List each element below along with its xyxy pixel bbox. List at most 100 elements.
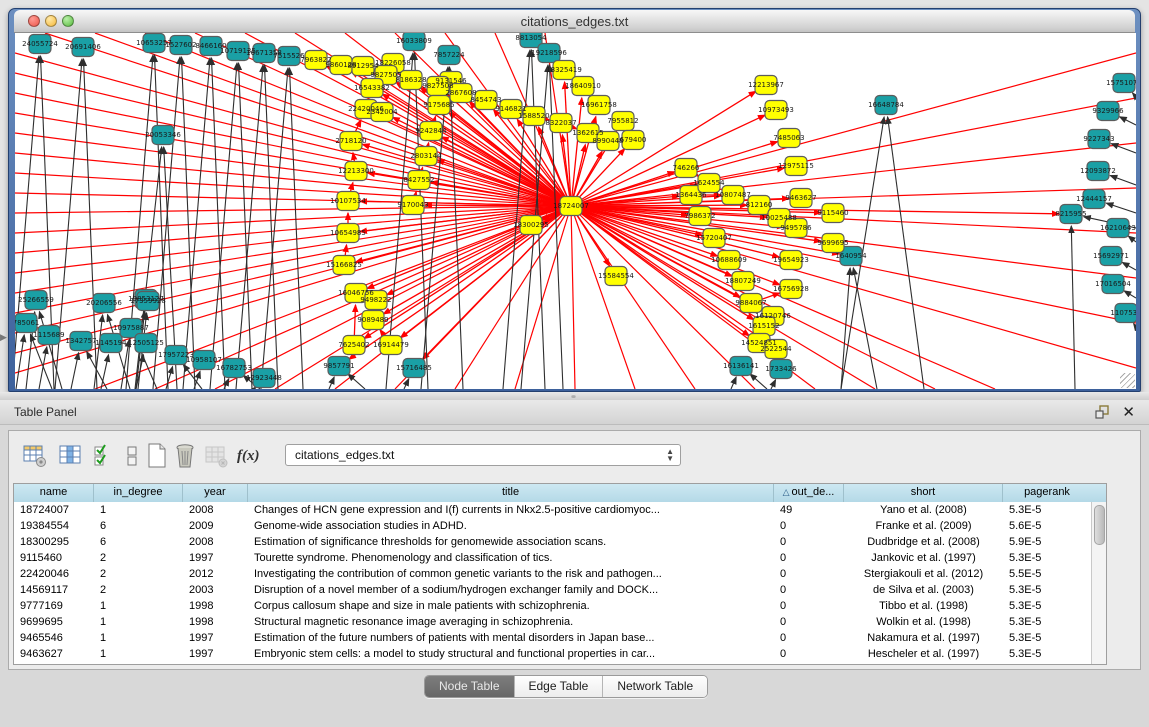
svg-text:15716485: 15716485 [396, 364, 432, 372]
svg-text:12213967: 12213967 [748, 81, 784, 89]
table-cell: 9465546 [14, 630, 94, 646]
tab-node-table[interactable]: Node Table [425, 676, 515, 697]
svg-text:18325419: 18325419 [546, 66, 582, 74]
svg-text:9329966: 9329966 [1092, 107, 1124, 115]
table-row[interactable]: 1830029562008Estimation of significance … [14, 534, 1091, 550]
column-header-in-degree[interactable]: in_degree [94, 484, 183, 502]
table-row[interactable]: 946554611997Estimation of the future num… [14, 630, 1091, 646]
svg-text:12213300: 12213300 [338, 167, 374, 175]
table-row[interactable]: 977716911998Corpus callosum shape and si… [14, 598, 1091, 614]
svg-text:785061: 785061 [15, 319, 39, 327]
svg-text:20691406: 20691406 [65, 43, 101, 51]
table-cell: 2 [94, 582, 183, 598]
network-graph-canvas[interactable]: 2405572420691406106532571527602846616010… [15, 33, 1136, 389]
svg-text:1362615: 1362615 [572, 129, 603, 137]
svg-text:16756928: 16756928 [773, 285, 809, 293]
table-header-row: name in_degree year title △out_de... sho… [14, 484, 1106, 503]
horizontal-splitter[interactable] [0, 392, 1149, 400]
table-cell: 2008 [183, 502, 248, 518]
svg-text:16136141: 16136141 [723, 362, 759, 370]
table-cell: 1998 [183, 614, 248, 630]
svg-text:10025488: 10025488 [761, 214, 797, 222]
float-panel-icon[interactable] [1095, 405, 1109, 419]
column-header-title[interactable]: title [248, 484, 774, 502]
table-row[interactable]: 946362711997Embryonic stem cells: a mode… [14, 646, 1091, 662]
svg-text:8454743: 8454743 [470, 96, 501, 104]
svg-text:2718120: 2718120 [335, 137, 366, 145]
table-cell: 1997 [183, 646, 248, 662]
svg-text:1342757: 1342757 [65, 337, 96, 345]
svg-text:8215955: 8215955 [1055, 210, 1086, 218]
table-cell: 1998 [183, 598, 248, 614]
column-header-year[interactable]: year [183, 484, 248, 502]
svg-text:16543382: 16543382 [354, 84, 390, 92]
table-row[interactable]: 969969511998Structural magnetic resonanc… [14, 614, 1091, 630]
combobox-stepper-icon[interactable]: ▲▼ [666, 448, 674, 462]
svg-text:16914479: 16914479 [373, 341, 409, 349]
table-row[interactable]: 1872400712008Changes of HCN gene express… [14, 502, 1091, 518]
row-height-button[interactable] [122, 443, 146, 469]
select-columns-button[interactable] [93, 443, 117, 469]
table-select-combobox[interactable]: citations_edges.txt ▲▼ [285, 444, 681, 466]
table-cell: 14569117 [14, 582, 94, 598]
sort-ascending-icon: △ [783, 487, 790, 497]
table-cell: 6 [94, 534, 183, 550]
svg-text:15720407: 15720407 [696, 234, 732, 242]
table-row[interactable]: 2242004622012Investigating the contribut… [14, 566, 1091, 582]
table-row[interactable]: 911546021997Tourette syndrome. Phenomeno… [14, 550, 1091, 566]
table-mode-button[interactable] [23, 443, 47, 469]
collapse-west-panel-icon[interactable]: ▶ [0, 332, 7, 343]
table-row[interactable]: 1456911722003Disruption of a novel membe… [14, 582, 1091, 598]
svg-text:19218596: 19218596 [531, 49, 567, 57]
table-toolbar: f(x) citations_edges.txt ▲▼ [9, 431, 1140, 483]
new-table-button[interactable] [146, 443, 170, 469]
table-cell: 5.3E-5 [1003, 582, 1091, 598]
table-cell: 0 [774, 598, 844, 614]
delete-column-button[interactable] [174, 443, 198, 469]
svg-text:17359928: 17359928 [130, 297, 166, 305]
column-header-out-degree[interactable]: △out_de... [774, 484, 844, 502]
table-cell: 9115460 [14, 550, 94, 566]
column-header-short[interactable]: short [844, 484, 1003, 502]
column-header-pagerank[interactable]: pagerank [1003, 484, 1091, 502]
function-builder-button[interactable]: f(x) [237, 443, 261, 469]
tab-network-table[interactable]: Network Table [603, 676, 707, 697]
table-cell: 9777169 [14, 598, 94, 614]
table-cell: Tibbo et al. (1998) [844, 598, 1003, 614]
svg-text:24055724: 24055724 [22, 40, 58, 48]
svg-text:10688609: 10688609 [711, 256, 747, 264]
table-cell: 1 [94, 598, 183, 614]
tab-edge-table[interactable]: Edge Table [515, 676, 604, 697]
splitter-handle[interactable] [571, 394, 576, 398]
table-cell: Embryonic stem cells: a model to study s… [248, 646, 774, 662]
table-cell: 5.3E-5 [1003, 502, 1091, 518]
svg-text:1115689: 1115689 [33, 331, 64, 339]
table-cell: 1997 [183, 630, 248, 646]
svg-text:7625402: 7625402 [338, 341, 369, 349]
table-cell: 22420046 [14, 566, 94, 582]
svg-text:1527602: 1527602 [165, 41, 196, 49]
table-vertical-scrollbar[interactable] [1091, 502, 1106, 664]
citation-network-graph[interactable]: 2405572420691406106532571527602846616010… [15, 33, 1136, 389]
show-column-button[interactable] [59, 443, 83, 469]
svg-text:20206556: 20206556 [86, 299, 122, 307]
table-cell: 2003 [183, 582, 248, 598]
svg-text:10807487: 10807487 [715, 191, 751, 199]
svg-text:15166825: 15166825 [326, 261, 362, 269]
svg-text:16961758: 16961758 [581, 101, 617, 109]
table-panel-title: Table Panel [14, 405, 77, 419]
resize-grip-icon[interactable] [1120, 373, 1135, 388]
delete-table-button[interactable] [205, 443, 229, 469]
table-cell: Tourette syndrome. Phenomenology and cla… [248, 550, 774, 566]
svg-text:16648784: 16648784 [868, 101, 904, 109]
table-cell: Yano et al. (2008) [844, 502, 1003, 518]
column-header-name[interactable]: name [14, 484, 94, 502]
close-panel-icon[interactable]: ✕ [1122, 403, 1135, 421]
svg-text:12093872: 12093872 [1080, 167, 1116, 175]
svg-text:12444157: 12444157 [1076, 195, 1112, 203]
table-cell: 5.3E-5 [1003, 550, 1091, 566]
table-cell: 0 [774, 550, 844, 566]
network-window-titlebar[interactable]: citations_edges.txt [14, 10, 1135, 33]
table-row[interactable]: 1938455462009Genome-wide association stu… [14, 518, 1091, 534]
scrollbar-thumb[interactable] [1094, 505, 1105, 545]
